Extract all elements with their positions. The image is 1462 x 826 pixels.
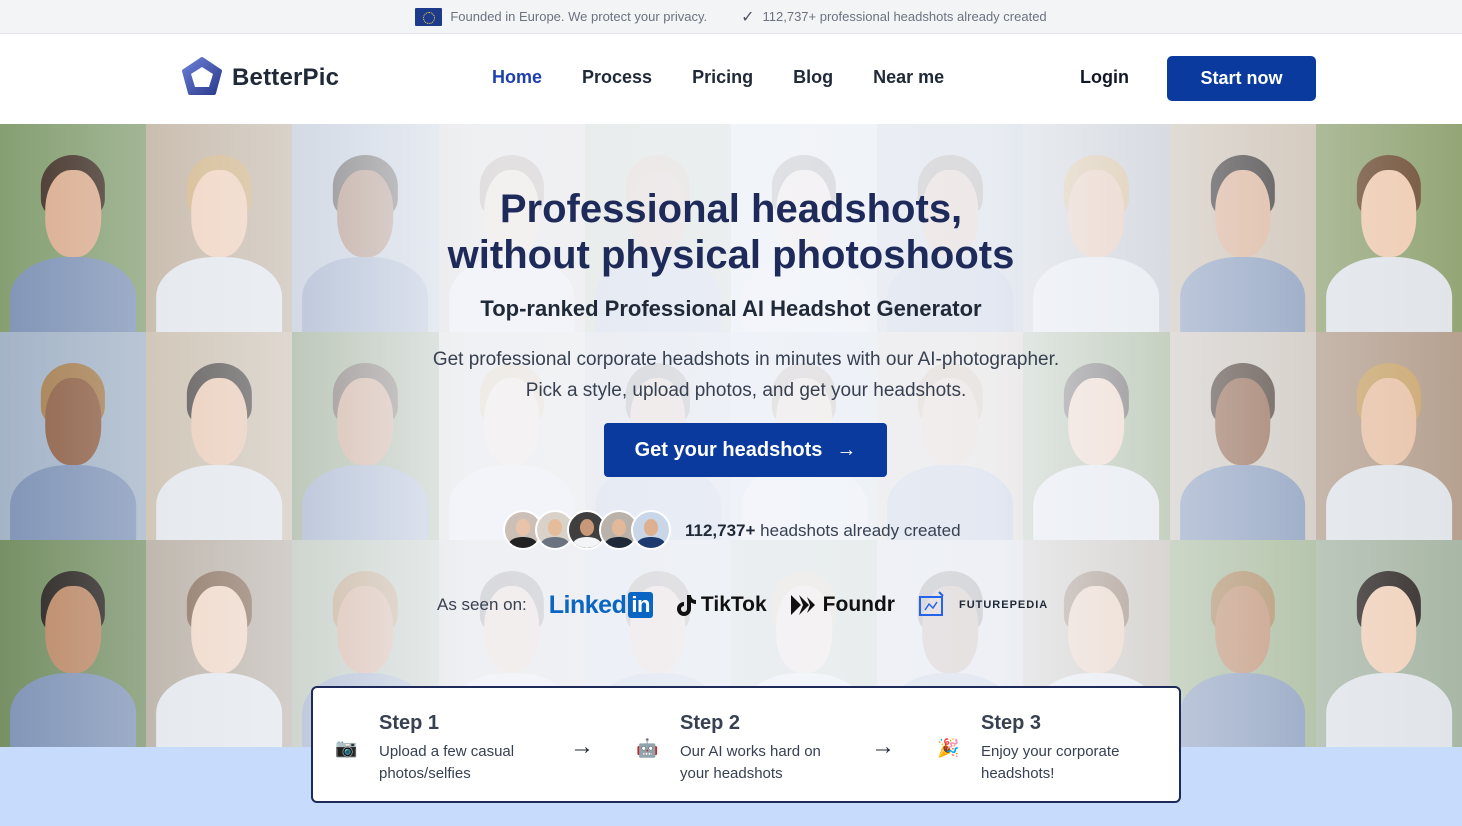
start-now-button[interactable]: Start now <box>1167 56 1316 101</box>
process-steps-card: 📷 Step 1 Upload a few casual photos/self… <box>311 686 1181 803</box>
foundr-logo[interactable]: Foundr <box>789 593 895 617</box>
nav-pricing[interactable]: Pricing <box>692 67 753 88</box>
step-2: 🤖 Step 2 Our AI works hard on your heads… <box>614 688 874 801</box>
hero-title: Professional headshots, without physical… <box>0 186 1462 278</box>
hero-title-line-1: Professional headshots, <box>499 187 963 231</box>
count-number: 112,737+ <box>685 521 756 540</box>
step-2-title: Step 2 <box>680 712 741 734</box>
tiktok-note-icon <box>676 595 696 616</box>
brand-logo[interactable]: BetterPic <box>180 56 339 100</box>
arrow-right-icon: → <box>871 733 895 760</box>
nav-process[interactable]: Process <box>582 67 652 88</box>
tiktok-logo[interactable]: TikTok <box>675 593 767 617</box>
created-count-text: 112,737+ professional headshots already … <box>762 9 1047 24</box>
step-1-text: Upload a few casual photos/selfies <box>379 743 515 782</box>
eu-notice: Founded in Europe. We protect your priva… <box>415 7 708 26</box>
as-seen-on-label: As seen on: <box>437 595 527 614</box>
linkedin-in-badge: in <box>628 592 653 618</box>
hero-description: Get professional corporate headshots in … <box>432 349 1060 401</box>
nav-blog[interactable]: Blog <box>793 67 833 88</box>
step-3-title: Step 3 <box>981 712 1042 734</box>
step-2-text: Our AI works hard on your headshots <box>680 743 821 782</box>
futurepedia-logo[interactable]: FUTUREPEDIA <box>917 590 1048 620</box>
step-3-text: Enjoy your corporate headshots! <box>981 743 1120 782</box>
foundr-word: Foundr <box>822 593 895 616</box>
main-navbar: BetterPic Home Process Pricing Blog Near… <box>0 34 1462 124</box>
nav-home[interactable]: Home <box>492 67 542 88</box>
get-headshots-label: Get your headshots <box>634 438 823 461</box>
step-3: 🎉 Step 3 Enjoy your corporate headshots! <box>915 688 1175 801</box>
linkedin-logo[interactable]: Linked in <box>549 591 653 620</box>
avatar <box>631 510 671 550</box>
foundr-mark-icon <box>790 595 815 615</box>
as-seen-on: As seen on: Linked in TikTok Foundr FUTUR… <box>437 590 1048 620</box>
check-icon: ✓ <box>741 8 755 26</box>
party-popper-icon: 🎉 <box>937 738 960 758</box>
pentagon-logo-icon <box>182 57 222 95</box>
linkedin-word: Linked <box>548 590 627 619</box>
brand-name: BetterPic <box>232 64 340 91</box>
count-text: headshots already created <box>755 521 961 540</box>
step-1: 📷 Step 1 Upload a few casual photos/self… <box>313 688 573 801</box>
eu-flag-icon <box>415 7 443 26</box>
created-count-notice: ✓ 112,737+ professional headshots alread… <box>741 7 1047 27</box>
eu-notice-text: Founded in Europe. We protect your priva… <box>450 9 708 24</box>
nav-menu: Home Process Pricing Blog Near me <box>492 67 944 88</box>
camera-icon: 📷 <box>335 738 358 758</box>
customer-avatars <box>503 510 671 550</box>
tiktok-word: TikTok <box>700 593 767 616</box>
arrow-right-icon: → <box>836 438 857 461</box>
nav-near-me[interactable]: Near me <box>873 67 944 88</box>
robot-icon: 🤖 <box>636 738 659 758</box>
hero-title-line-2: without physical photoshoots <box>447 233 1015 277</box>
hero-section: Professional headshots, without physical… <box>0 124 1462 747</box>
get-headshots-button[interactable]: Get your headshots → <box>604 423 887 477</box>
headshots-created-count: 112,737+ headshots already created <box>685 521 961 541</box>
hero-subtitle: Top-ranked Professional AI Headshot Gene… <box>480 296 982 321</box>
futurepedia-mark-icon <box>918 591 944 616</box>
login-link[interactable]: Login <box>1080 67 1129 88</box>
futurepedia-word: FUTUREPEDIA <box>958 599 1049 611</box>
announcement-bar: Founded in Europe. We protect your priva… <box>0 0 1462 34</box>
arrow-right-icon: → <box>570 733 594 760</box>
step-1-title: Step 1 <box>379 712 440 734</box>
